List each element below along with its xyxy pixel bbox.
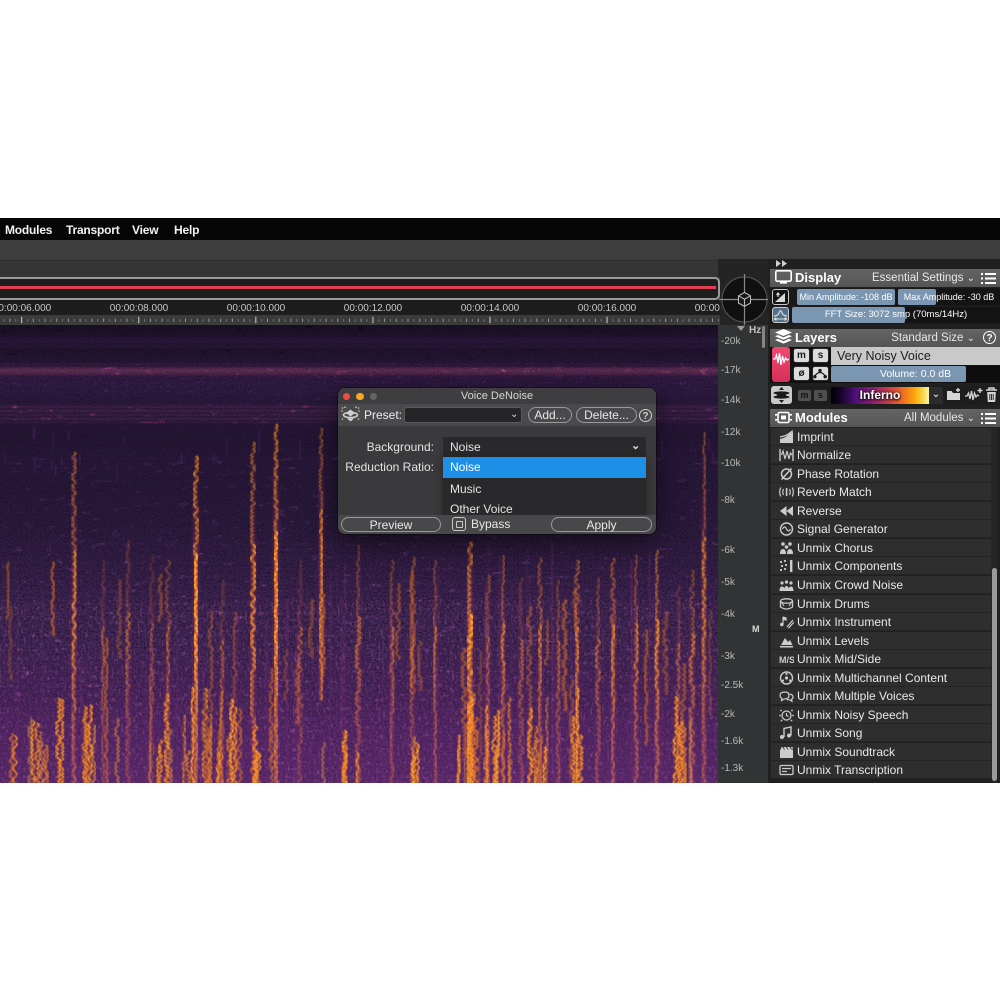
svg-text:M/S: M/S [779, 655, 794, 665]
